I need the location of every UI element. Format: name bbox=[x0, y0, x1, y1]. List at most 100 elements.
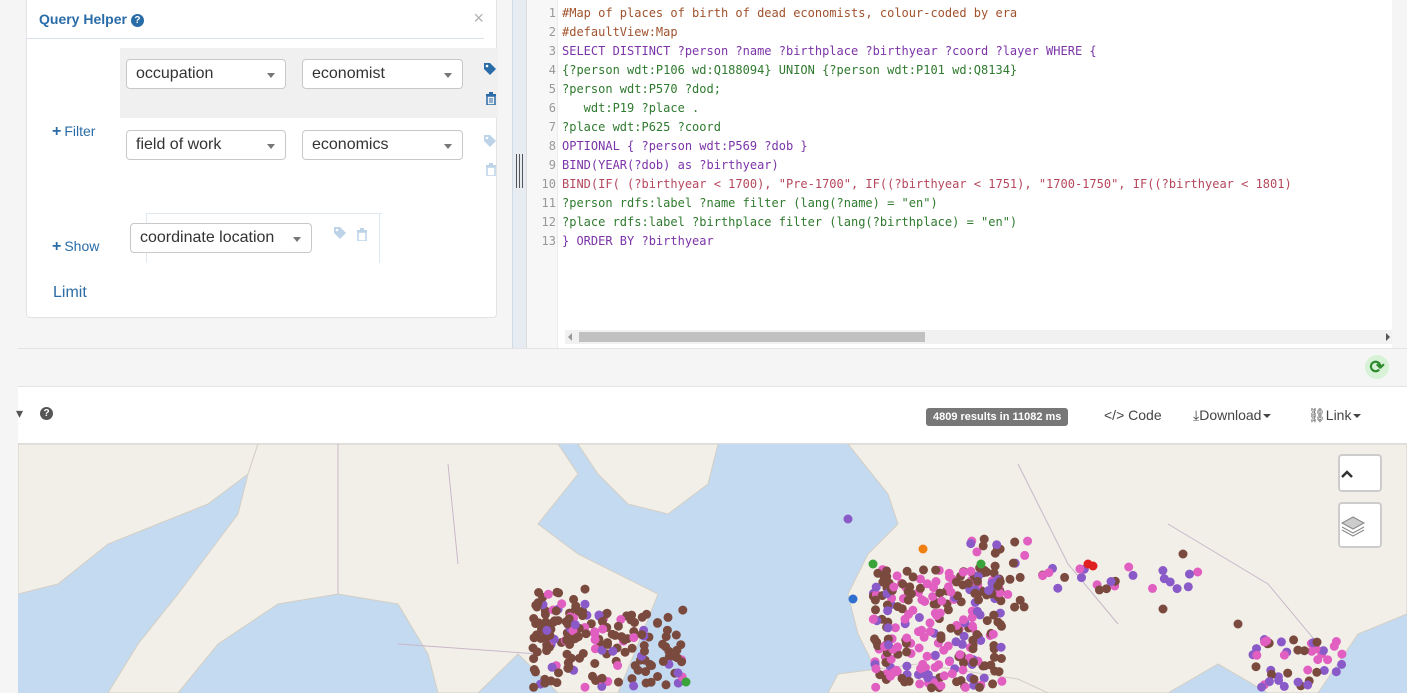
map-marker[interactable] bbox=[960, 682, 970, 692]
map-marker[interactable] bbox=[883, 606, 893, 616]
map-marker[interactable] bbox=[1159, 574, 1169, 584]
scrollbar-thumb[interactable] bbox=[579, 332, 925, 342]
map-marker[interactable] bbox=[633, 665, 643, 675]
map-marker[interactable] bbox=[1331, 667, 1341, 677]
scroll-right-icon[interactable] bbox=[1386, 333, 1390, 341]
map-marker[interactable] bbox=[1124, 562, 1134, 572]
map-marker[interactable] bbox=[969, 674, 979, 684]
map-marker[interactable] bbox=[1262, 636, 1272, 646]
map-marker[interactable] bbox=[663, 612, 673, 622]
map-marker[interactable] bbox=[996, 642, 1006, 652]
map-marker[interactable] bbox=[917, 595, 927, 605]
map-marker[interactable] bbox=[897, 673, 907, 683]
map-marker[interactable] bbox=[1252, 650, 1262, 660]
map-marker[interactable] bbox=[637, 630, 647, 640]
map-marker[interactable] bbox=[1077, 573, 1086, 583]
map-marker[interactable] bbox=[922, 651, 932, 661]
map-marker[interactable] bbox=[1094, 585, 1104, 595]
map-marker[interactable] bbox=[892, 571, 902, 581]
map-marker[interactable] bbox=[1148, 583, 1157, 593]
map-marker[interactable] bbox=[629, 681, 639, 691]
map-marker[interactable] bbox=[1020, 550, 1030, 560]
code-editor[interactable]: 1 #Map of places of birth of dead economi… bbox=[526, 0, 1392, 348]
map-marker[interactable] bbox=[889, 582, 899, 592]
map-marker[interactable] bbox=[1158, 604, 1168, 614]
map-marker[interactable] bbox=[575, 653, 584, 663]
map-marker[interactable] bbox=[629, 633, 639, 643]
map-marker[interactable] bbox=[590, 659, 600, 668]
view-select[interactable]: ▾ bbox=[16, 405, 23, 422]
trash-icon[interactable] bbox=[484, 162, 498, 176]
map-marker[interactable] bbox=[617, 632, 626, 642]
map-marker[interactable] bbox=[1015, 595, 1025, 605]
link-button[interactable]: ⛓Link bbox=[1308, 407, 1362, 424]
map-marker[interactable] bbox=[1312, 667, 1322, 677]
results-map[interactable] bbox=[18, 444, 1407, 693]
map-marker[interactable] bbox=[997, 676, 1007, 686]
map-marker[interactable] bbox=[542, 625, 552, 635]
map-marker[interactable] bbox=[969, 657, 978, 667]
limit-button[interactable]: Limit bbox=[53, 284, 87, 302]
map-marker[interactable] bbox=[1289, 635, 1299, 645]
map-marker[interactable] bbox=[947, 669, 957, 679]
map-marker[interactable] bbox=[939, 671, 949, 681]
map-marker[interactable] bbox=[922, 579, 932, 589]
map-marker[interactable] bbox=[1178, 549, 1188, 559]
map-marker[interactable] bbox=[580, 682, 590, 692]
map-marker[interactable] bbox=[952, 677, 962, 687]
map-marker[interactable] bbox=[1283, 668, 1293, 678]
map-marker[interactable] bbox=[868, 559, 878, 569]
map-marker[interactable] bbox=[1313, 655, 1323, 665]
map-marker[interactable] bbox=[868, 614, 878, 624]
map-marker[interactable] bbox=[1106, 577, 1116, 586]
map-marker[interactable] bbox=[1053, 583, 1063, 593]
map-marker[interactable] bbox=[902, 633, 912, 643]
map-marker[interactable] bbox=[944, 568, 954, 578]
map-marker[interactable] bbox=[1274, 675, 1284, 685]
map-marker[interactable] bbox=[597, 673, 607, 683]
map-marker[interactable] bbox=[570, 620, 580, 630]
map-marker[interactable] bbox=[936, 634, 946, 644]
map-marker[interactable] bbox=[529, 614, 539, 623]
map-marker[interactable] bbox=[1044, 568, 1054, 578]
map-marker[interactable] bbox=[902, 647, 912, 657]
map-marker[interactable] bbox=[598, 624, 608, 634]
map-marker[interactable] bbox=[641, 678, 651, 688]
map-marker[interactable] bbox=[1003, 589, 1013, 599]
map-marker[interactable] bbox=[963, 578, 973, 588]
map-marker[interactable] bbox=[903, 595, 913, 605]
map-marker[interactable] bbox=[1193, 567, 1203, 577]
map-marker[interactable] bbox=[973, 576, 982, 586]
map-marker[interactable] bbox=[883, 623, 893, 633]
map-marker[interactable] bbox=[578, 611, 588, 621]
map-marker[interactable] bbox=[916, 664, 926, 674]
map-marker[interactable] bbox=[1233, 619, 1243, 629]
filter-property-select-2[interactable]: field of work bbox=[126, 130, 286, 160]
map-marker[interactable] bbox=[1264, 677, 1274, 687]
map-marker[interactable] bbox=[968, 635, 978, 645]
map-marker[interactable] bbox=[968, 644, 978, 654]
map-marker[interactable] bbox=[1323, 655, 1333, 665]
map-marker[interactable] bbox=[543, 589, 553, 599]
map-marker[interactable] bbox=[1251, 662, 1261, 672]
map-marker[interactable] bbox=[946, 587, 956, 597]
map-marker[interactable] bbox=[1185, 569, 1194, 579]
map-marker[interactable] bbox=[988, 629, 998, 639]
map-marker[interactable] bbox=[914, 643, 924, 653]
map-marker[interactable] bbox=[1172, 584, 1182, 594]
map-marker[interactable] bbox=[958, 665, 968, 675]
filter-value-select[interactable]: economist bbox=[302, 59, 463, 89]
map-marker[interactable] bbox=[979, 534, 989, 544]
map-marker[interactable] bbox=[552, 587, 562, 597]
map-marker[interactable] bbox=[927, 683, 936, 693]
map-marker[interactable] bbox=[1075, 564, 1085, 574]
scroll-left-icon[interactable] bbox=[568, 333, 572, 341]
tag-icon[interactable] bbox=[483, 62, 497, 76]
map-marker[interactable] bbox=[1303, 680, 1313, 690]
map-marker[interactable] bbox=[1060, 572, 1070, 582]
layers-control-button[interactable] bbox=[1338, 502, 1382, 548]
map-marker[interactable] bbox=[653, 618, 662, 628]
map-marker[interactable] bbox=[1015, 572, 1025, 582]
map-marker[interactable] bbox=[992, 540, 1002, 550]
map-marker[interactable] bbox=[640, 646, 649, 656]
